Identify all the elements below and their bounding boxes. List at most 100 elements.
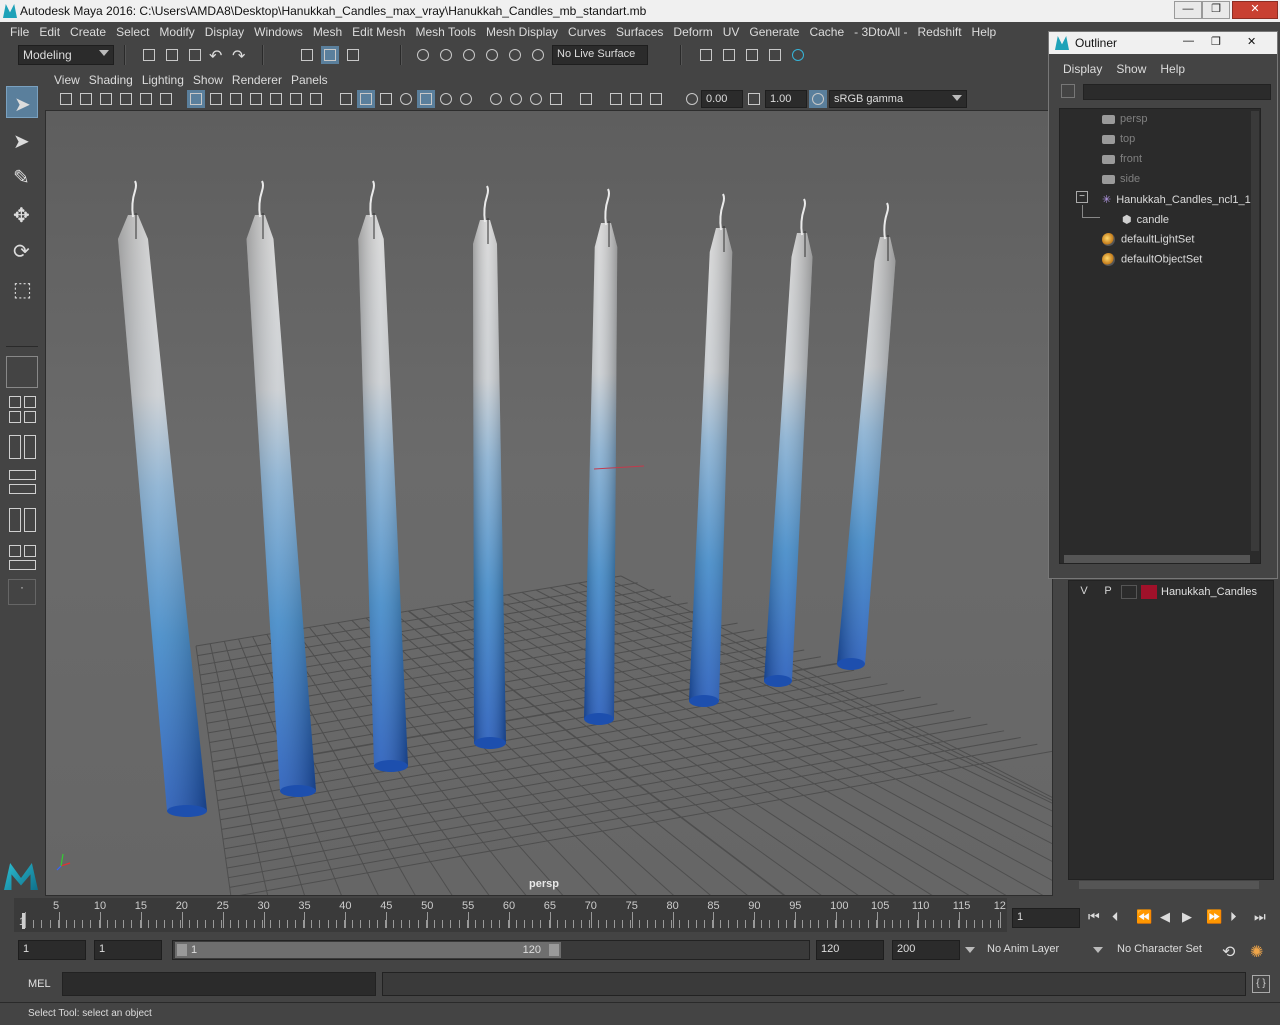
four-view-layout-icon[interactable] xyxy=(9,396,21,408)
playback-end-field[interactable]: 120 xyxy=(816,940,884,960)
camera-select-icon[interactable] xyxy=(57,90,75,108)
persp-outliner-layout-icon[interactable] xyxy=(24,396,36,408)
menu-edit[interactable]: Edit xyxy=(39,25,60,39)
render-view-icon[interactable] xyxy=(697,46,715,64)
horizontal-scrollbar[interactable] xyxy=(1079,881,1259,889)
graph-editor-layout-icon[interactable] xyxy=(9,470,36,480)
go-to-end-icon[interactable]: ⏭ xyxy=(1254,909,1266,925)
ipr-render-icon[interactable] xyxy=(743,46,761,64)
play-backward-icon[interactable]: ◀ xyxy=(1160,909,1170,925)
smooth-shade-icon[interactable] xyxy=(357,90,375,108)
open-scene-icon[interactable] xyxy=(163,46,181,64)
more-layouts-button[interactable]: · xyxy=(8,579,36,605)
outliner-item-default-object-set[interactable]: defaultObjectSet xyxy=(1102,253,1202,266)
lasso-tool-icon[interactable]: ➤ xyxy=(6,124,38,156)
outliner-menu-show[interactable]: Show xyxy=(1116,62,1146,76)
shadows-icon[interactable] xyxy=(457,90,475,108)
camera-attributes-icon[interactable] xyxy=(77,90,95,108)
menu-uv[interactable]: UV xyxy=(723,25,740,39)
range-slider-track[interactable]: 1 120 xyxy=(172,940,810,960)
close-button[interactable]: ✕ xyxy=(1232,1,1278,19)
xray-active-icon[interactable] xyxy=(627,90,645,108)
maximize-button[interactable]: ❐ xyxy=(1211,35,1221,48)
outliner-item-top[interactable]: top xyxy=(1102,133,1135,145)
outliner-item-group[interactable]: ✳ Hanukkah_Candles_ncl1_1 xyxy=(1102,193,1251,206)
outliner-item-front[interactable]: front xyxy=(1102,153,1142,165)
render-frame-icon[interactable] xyxy=(720,46,738,64)
menu-select[interactable]: Select xyxy=(116,25,149,39)
grid-toggle-icon[interactable] xyxy=(187,90,205,108)
command-input[interactable] xyxy=(62,972,376,996)
2d-pan-zoom-icon[interactable] xyxy=(137,90,155,108)
wireframe-on-shaded-icon[interactable] xyxy=(377,90,395,108)
minimize-button[interactable]: — xyxy=(1174,1,1202,19)
current-time-marker[interactable] xyxy=(22,913,25,929)
channel-layout-icon[interactable] xyxy=(24,435,36,459)
layer-playback-toggle[interactable]: P xyxy=(1099,585,1117,601)
dope-sheet-layout-icon[interactable] xyxy=(9,484,36,494)
snap-view-plane-icon[interactable] xyxy=(483,46,501,64)
anim-layer-dropdown[interactable]: No Anim Layer xyxy=(962,940,1080,960)
minimize-button[interactable]: — xyxy=(1183,35,1194,47)
vertical-scrollbar[interactable] xyxy=(1251,111,1259,551)
step-back-frame-icon[interactable]: ⏴ xyxy=(1112,909,1119,925)
menu-curves[interactable]: Curves xyxy=(568,25,606,39)
snap-point-icon[interactable] xyxy=(460,46,478,64)
menu-help[interactable]: Help xyxy=(972,25,997,39)
outliner-item-persp[interactable]: persp xyxy=(1102,113,1148,125)
color-management-icon[interactable] xyxy=(809,90,827,108)
select-object-icon[interactable] xyxy=(321,46,339,64)
menu-display[interactable]: Display xyxy=(205,25,244,39)
trax-layout-icon[interactable] xyxy=(9,560,36,570)
image-plane-icon[interactable] xyxy=(117,90,135,108)
wireframe-icon[interactable] xyxy=(337,90,355,108)
uv-editor-layout-icon[interactable] xyxy=(9,508,21,532)
bookmark-icon[interactable] xyxy=(97,90,115,108)
paint-select-tool-icon[interactable]: ✎ xyxy=(6,160,38,192)
redo-icon[interactable]: ↷ xyxy=(232,46,250,65)
panel-menu-renderer[interactable]: Renderer xyxy=(232,73,282,87)
menu-mesh-display[interactable]: Mesh Display xyxy=(486,25,558,39)
end-time-field[interactable]: 200 xyxy=(892,940,960,960)
select-component-icon[interactable] xyxy=(344,46,362,64)
scale-tool-icon[interactable]: ⬚ xyxy=(6,272,38,304)
menu-redshift[interactable]: Redshift xyxy=(918,25,962,39)
script-editor-icon[interactable]: { } xyxy=(1252,975,1270,993)
safe-title-icon[interactable] xyxy=(307,90,325,108)
xray-icon[interactable] xyxy=(397,90,415,108)
step-forward-key-icon[interactable]: ⏩ xyxy=(1206,909,1222,925)
range-handle-end[interactable] xyxy=(549,944,559,956)
outliner-item-default-light-set[interactable]: defaultLightSet xyxy=(1102,233,1194,246)
exposure-field[interactable]: 0.00 xyxy=(701,90,743,108)
depth-of-field-icon[interactable] xyxy=(547,90,565,108)
make-live-icon[interactable] xyxy=(529,46,547,64)
character-set-dropdown[interactable]: No Character Set xyxy=(1090,940,1212,960)
persp-hypershade-layout-icon[interactable] xyxy=(24,411,36,423)
gamma-field[interactable]: 1.00 xyxy=(765,90,807,108)
mode-dropdown[interactable]: Modeling xyxy=(18,45,114,65)
snap-grid-icon[interactable] xyxy=(414,46,432,64)
menu-mesh[interactable]: Mesh xyxy=(313,25,342,39)
menu-mesh-tools[interactable]: Mesh Tools xyxy=(416,25,476,39)
panel-menu-shading[interactable]: Shading xyxy=(89,73,133,87)
panel-menu-panels[interactable]: Panels xyxy=(291,73,328,87)
outliner-search-input[interactable] xyxy=(1083,84,1271,100)
field-chart-icon[interactable] xyxy=(267,90,285,108)
close-button[interactable]: ✕ xyxy=(1247,35,1256,48)
safe-action-icon[interactable] xyxy=(287,90,305,108)
backface-culling-icon[interactable] xyxy=(647,90,665,108)
script-language-toggle[interactable]: MEL xyxy=(28,978,51,990)
collapse-toggle-icon[interactable]: − xyxy=(1076,191,1088,203)
snap-curve-icon[interactable] xyxy=(437,46,455,64)
play-forward-icon[interactable]: ▶ xyxy=(1182,909,1192,925)
render-settings-icon[interactable] xyxy=(766,46,784,64)
panel-menu-show[interactable]: Show xyxy=(193,73,223,87)
outliner-menu-help[interactable]: Help xyxy=(1160,62,1185,76)
grease-pencil-icon[interactable] xyxy=(157,90,175,108)
exposure-icon[interactable] xyxy=(683,90,701,108)
outliner-item-side[interactable]: side xyxy=(1102,173,1140,185)
move-tool-icon[interactable]: ✥ xyxy=(6,198,38,230)
start-time-field[interactable]: 1 xyxy=(18,940,86,960)
menu-surfaces[interactable]: Surfaces xyxy=(616,25,663,39)
outliner-item-candle[interactable]: ⬢ candle xyxy=(1122,213,1169,226)
